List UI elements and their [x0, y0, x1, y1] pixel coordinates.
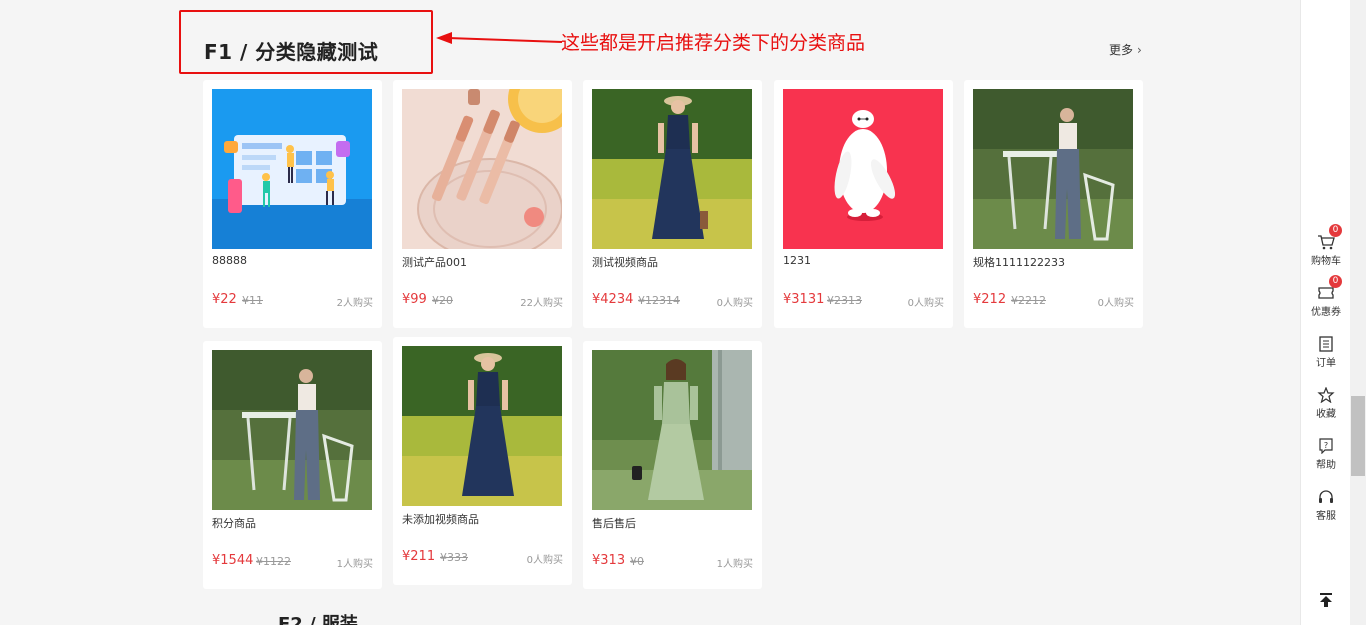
- sidebar-item-service[interactable]: 客服: [1301, 489, 1351, 522]
- product-image: [783, 89, 943, 249]
- sidebar-item-help[interactable]: ? 帮助: [1301, 438, 1351, 471]
- product-image-photo: [212, 350, 372, 510]
- product-card[interactable]: 1231 ¥3131 ¥2313 0人购买: [774, 80, 953, 328]
- product-sold-count: 0人购买: [1097, 298, 1134, 309]
- product-card[interactable]: 测试视频商品 ¥4234 ¥12314 0人购买: [583, 80, 762, 328]
- right-sidebar: 0 购物车 0 优惠券 订单 收藏 ? 帮助 客服: [1300, 0, 1351, 625]
- product-price: ¥22: [212, 292, 237, 307]
- product-price: ¥211: [402, 549, 436, 564]
- product-original-price: ¥1122: [256, 555, 291, 568]
- product-card[interactable]: 规格1111122233 ¥212 ¥2212 0人购买: [964, 80, 1143, 328]
- star-icon: [1317, 387, 1335, 403]
- product-sold-count: 1人购买: [336, 559, 373, 570]
- product-sold-count: 22人购买: [520, 298, 563, 309]
- product-image: [402, 346, 562, 506]
- sidebar-item-coupon[interactable]: 0 优惠券: [1301, 275, 1351, 318]
- sidebar-item-cart[interactable]: 0 购物车: [1301, 224, 1351, 267]
- product-original-price: ¥0: [630, 555, 644, 568]
- product-image: [592, 89, 752, 249]
- product-card[interactable]: 售后售后 ¥313 ¥0 1人购买: [583, 341, 762, 589]
- product-image-photo: [973, 89, 1133, 249]
- product-image-photo: [592, 350, 752, 510]
- product-image-photo: [402, 89, 562, 249]
- product-price: ¥3131: [783, 292, 825, 307]
- product-price: ¥4234: [592, 292, 634, 307]
- product-name: 规格1111122233: [973, 256, 1065, 269]
- product-sold-count: 0人购买: [907, 298, 944, 309]
- product-card[interactable]: 88888 ¥22 ¥11 2人购买: [203, 80, 382, 328]
- annotation-arrow: [436, 32, 563, 44]
- next-floor-title: F2 / 服装: [278, 614, 358, 625]
- coupon-badge: 0: [1329, 275, 1342, 288]
- cart-badge: 0: [1329, 224, 1342, 237]
- back-to-top-button[interactable]: [1301, 592, 1351, 608]
- product-sold-count: 0人购买: [716, 298, 753, 309]
- order-list-icon: [1319, 336, 1333, 352]
- product-original-price: ¥11: [242, 294, 263, 307]
- sidebar-item-label: 客服: [1316, 511, 1336, 522]
- sidebar-item-label: 购物车: [1311, 256, 1341, 267]
- product-image-photo: [402, 346, 562, 506]
- product-card[interactable]: 未添加视频商品 ¥211 ¥333 0人购买: [393, 337, 572, 585]
- product-card[interactable]: 积分商品 ¥1544 ¥1122 1人购买: [203, 341, 382, 589]
- product-image-illustration: [783, 89, 943, 249]
- product-name: 未添加视频商品: [402, 513, 479, 526]
- help-icon: ?: [1319, 438, 1333, 454]
- product-name: 售后售后: [592, 517, 636, 530]
- product-name: 积分商品: [212, 517, 256, 530]
- scrollbar-track[interactable]: [1350, 0, 1366, 625]
- more-label: 更多: [1109, 43, 1134, 57]
- more-link[interactable]: 更多 ›: [1109, 41, 1142, 58]
- sidebar-item-label: 帮助: [1316, 460, 1336, 471]
- product-original-price: ¥20: [432, 294, 453, 307]
- product-sold-count: 2人购买: [336, 298, 373, 309]
- product-sold-count: 0人购买: [526, 555, 563, 566]
- svg-text:?: ?: [1324, 441, 1328, 450]
- product-price: ¥99: [402, 292, 427, 307]
- sidebar-item-label: 订单: [1316, 358, 1336, 369]
- annotation-text: 这些都是开启推荐分类下的分类商品: [561, 32, 866, 54]
- product-name: 1231: [783, 254, 811, 267]
- product-image: [402, 89, 562, 249]
- product-original-price: ¥2313: [827, 294, 862, 307]
- sidebar-item-label: 收藏: [1316, 409, 1336, 420]
- product-image-illustration: [212, 89, 372, 249]
- product-image: [973, 89, 1133, 249]
- product-original-price: ¥2212: [1011, 294, 1046, 307]
- product-name: 测试产品001: [402, 256, 467, 269]
- product-original-price: ¥12314: [638, 294, 680, 307]
- product-image-photo: [592, 89, 752, 249]
- annotation-highlight-box: [179, 10, 433, 74]
- product-name: 测试视频商品: [592, 256, 658, 269]
- product-image: [212, 89, 372, 249]
- product-price: ¥313: [592, 553, 626, 568]
- sidebar-item-orders[interactable]: 订单: [1301, 336, 1351, 369]
- product-card[interactable]: 测试产品001 ¥99 ¥20 22人购买: [393, 80, 572, 328]
- scrollbar-thumb[interactable]: [1351, 396, 1365, 476]
- sidebar-item-favorites[interactable]: 收藏: [1301, 387, 1351, 420]
- product-sold-count: 1人购买: [716, 559, 753, 570]
- arrow-up-icon: [1320, 593, 1332, 607]
- product-original-price: ¥333: [440, 551, 468, 564]
- product-image: [592, 350, 752, 510]
- chevron-right-icon: ›: [1137, 43, 1142, 57]
- product-image: [212, 350, 372, 510]
- headset-icon: [1319, 490, 1333, 503]
- product-price: ¥212: [973, 292, 1007, 307]
- sidebar-item-label: 优惠券: [1311, 307, 1341, 318]
- product-price: ¥1544: [212, 553, 254, 568]
- product-name: 88888: [212, 254, 247, 267]
